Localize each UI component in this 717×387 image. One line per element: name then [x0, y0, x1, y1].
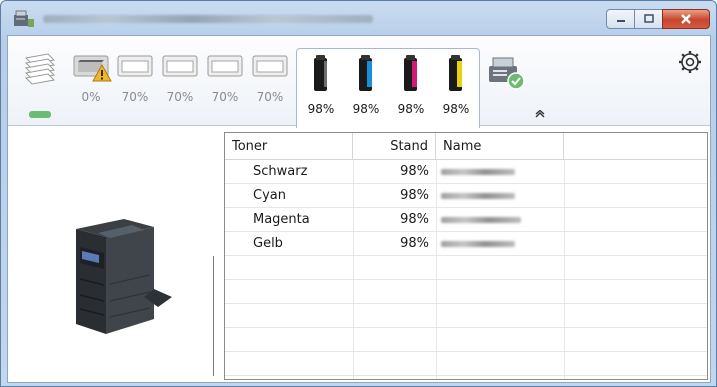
toner-black[interactable]: 98% — [301, 55, 341, 116]
gear-icon[interactable] — [678, 50, 702, 74]
toner-yellow[interactable]: 98% — [436, 55, 476, 116]
tray-4[interactable]: 70% — [206, 50, 244, 104]
toner-magenta-level: 98% — [397, 102, 425, 116]
tray-3[interactable]: 70% — [161, 50, 199, 104]
device-image-panel — [8, 127, 213, 382]
toner-tab[interactable]: 98% 98% 98% 98% — [296, 48, 480, 128]
toner-cyan-level: 98% — [352, 102, 380, 116]
table-row[interactable]: Magenta 98% — [225, 208, 707, 232]
minimize-button[interactable] — [606, 9, 635, 29]
cell-toner: Gelb — [253, 236, 283, 251]
toner-magenta[interactable]: 98% — [391, 55, 431, 116]
table-row-empty — [225, 256, 707, 280]
tray-5[interactable]: 70% — [251, 50, 289, 104]
app-window: 0% 70% 70% 70% 70% 98% 98% 98% 98% Toner… — [0, 0, 717, 387]
table-row-empty — [225, 304, 707, 328]
paper-stack-slot[interactable] — [22, 52, 58, 118]
cell-name-redacted — [441, 169, 515, 175]
table-header: Toner Stand Name — [225, 133, 707, 160]
toner-cyan[interactable]: 98% — [346, 55, 386, 116]
device-status-slot[interactable] — [485, 52, 527, 95]
tray-1-level: 0% — [81, 90, 101, 104]
tray-icon — [251, 50, 289, 80]
tray-5-level: 70% — [256, 90, 284, 104]
minimize-icon — [616, 20, 625, 22]
table-row[interactable]: Schwarz 98% — [225, 160, 707, 184]
chevron-up-icon[interactable] — [535, 110, 545, 118]
toner-yellow-icon — [449, 55, 462, 91]
tray-icon — [161, 50, 199, 80]
col-header-name[interactable]: Name — [436, 133, 564, 160]
warning-icon — [92, 64, 112, 82]
cell-stand: 98% — [400, 212, 429, 227]
table-row[interactable]: Gelb 98% — [225, 232, 707, 256]
cell-toner: Magenta — [253, 212, 310, 227]
cell-toner: Schwarz — [253, 164, 308, 179]
cell-stand: 98% — [400, 164, 429, 179]
close-button[interactable] — [662, 9, 710, 29]
cell-name-redacted — [441, 241, 515, 247]
tray-icon — [206, 50, 244, 80]
printer-app-icon — [14, 10, 34, 27]
tray-1[interactable]: 0% — [72, 50, 112, 104]
cell-name-redacted — [441, 193, 515, 199]
toner-cyan-icon — [359, 55, 372, 91]
table-row-empty — [225, 328, 707, 352]
table-row-empty — [225, 352, 707, 376]
status-ok-indicator — [29, 111, 51, 118]
toner-black-level: 98% — [307, 102, 335, 116]
tray-icon — [72, 50, 112, 82]
window-title-redacted — [43, 15, 373, 23]
toner-yellow-level: 98% — [442, 102, 470, 116]
status-strip: 0% 70% 70% 70% 70% 98% 98% 98% 98% — [8, 36, 710, 128]
device-ok-icon — [489, 57, 525, 90]
maximize-button[interactable] — [634, 9, 663, 29]
paper-stack-icon — [24, 53, 56, 85]
cell-name-redacted — [441, 217, 521, 223]
tray-4-level: 70% — [211, 90, 239, 104]
cell-stand: 98% — [400, 188, 429, 203]
toner-table: Toner Stand Name Schwarz 98% Cyan 98% Ma… — [224, 132, 708, 380]
client-area: 0% 70% 70% 70% 70% 98% 98% 98% 98% Toner… — [7, 35, 711, 383]
close-icon — [681, 14, 691, 24]
col-header-empty — [564, 133, 707, 160]
toner-black-icon — [314, 55, 327, 91]
tray-icon — [116, 50, 154, 80]
cell-stand: 98% — [400, 236, 429, 251]
table-row-empty — [225, 280, 707, 304]
tray-2[interactable]: 70% — [116, 50, 154, 104]
toner-magenta-icon — [404, 55, 417, 91]
tray-2-level: 70% — [121, 90, 149, 104]
printer-illustration — [76, 219, 172, 334]
title-bar[interactable] — [1, 1, 716, 35]
col-header-toner[interactable]: Toner — [225, 133, 353, 160]
table-row[interactable]: Cyan 98% — [225, 184, 707, 208]
maximize-icon — [643, 14, 654, 23]
cell-toner: Cyan — [253, 188, 286, 203]
col-header-stand[interactable]: Stand — [353, 133, 436, 160]
panel-divider — [213, 256, 214, 376]
tray-3-level: 70% — [166, 90, 194, 104]
